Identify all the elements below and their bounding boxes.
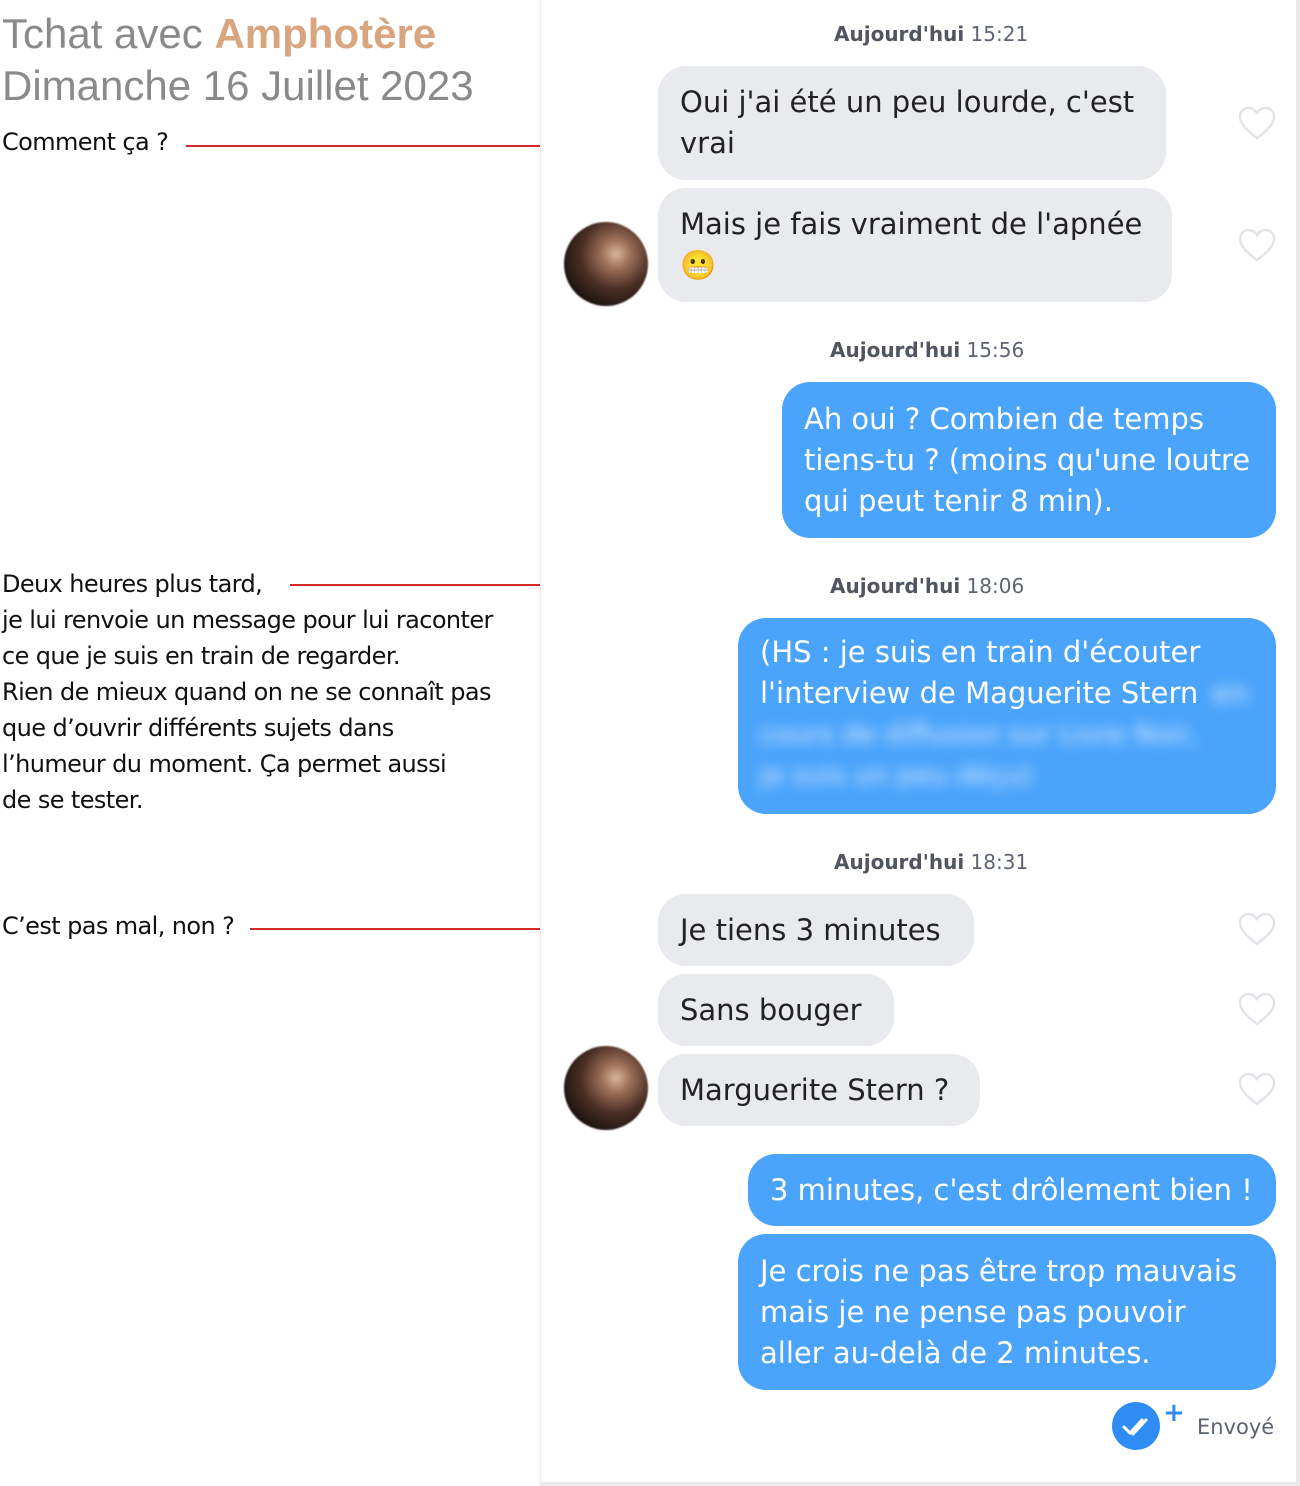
outgoing-message[interactable]: Je crois ne pas être trop mauvais mais j… [738,1234,1276,1390]
check-double-icon-glyph [1122,1418,1148,1436]
timestamp-time: 15:56 [966,338,1025,362]
timestamp: Aujourd'hui 18:06 [830,574,1024,598]
outgoing-message[interactable]: 3 minutes, c'est drôlement bien ! [748,1154,1276,1226]
timestamp-time: 18:06 [966,574,1025,598]
plus-icon[interactable]: + [1163,1398,1185,1428]
annotation-line: l’humeur du moment. Ça permet aussi [2,750,447,778]
chat-title-prefix: Tchat avec [2,10,215,57]
avatar[interactable] [564,222,648,306]
incoming-message[interactable]: Marguerite Stern ? [658,1054,980,1126]
timestamp: Aujourd'hui 15:56 [830,338,1024,362]
incoming-message[interactable]: Oui j'ai été un peu lourde, c'est vrai [658,66,1166,180]
incoming-message[interactable]: Sans bouger [658,974,894,1046]
heart-icon[interactable] [1237,104,1277,144]
timestamp-time: 15:21 [970,22,1029,46]
page-header: Tchat avec Amphotère Dimanche 16 Juillet… [2,8,474,112]
annotation-line: Rien de mieux quand on ne se connaît pas [2,678,491,706]
heart-icon[interactable] [1237,1070,1277,1110]
timestamp-time: 18:31 [970,850,1029,874]
timestamp: Aujourd'hui 18:31 [834,850,1028,874]
avatar[interactable] [564,1046,648,1130]
timestamp-day: Aujourd'hui [830,574,961,598]
annotation-line: que d’ouvrir différents sujets dans [2,714,394,742]
heart-icon[interactable] [1237,910,1277,950]
timestamp-day: Aujourd'hui [834,22,965,46]
annotation-line: ce que je suis en train de regarder. [2,642,401,670]
heart-icon[interactable] [1237,990,1277,1030]
blurred-text: je suis un peu déçu) [760,760,1033,791]
incoming-message[interactable]: Mais je fais vraiment de l'apnée 😬 [658,188,1172,302]
chat-date: Dimanche 16 Juillet 2023 [2,62,474,109]
annotation-line: je lui renvoie un message pour lui racon… [2,606,493,634]
message-text: (HS : je suis en train d'écouter l'inter… [760,635,1201,710]
timestamp: Aujourd'hui 15:21 [834,22,1028,46]
timestamp-day: Aujourd'hui [834,850,965,874]
chat-title: Tchat avec Amphotère [2,8,474,60]
annotation-comment: Comment ça ? [2,128,169,156]
annotation-not-bad: C’est pas mal, non ? [2,912,235,940]
timestamp-day: Aujourd'hui [830,338,961,362]
sent-status: Envoyé [1197,1415,1275,1439]
blurred-text-start: en [1212,676,1249,710]
incoming-message[interactable]: Je tiens 3 minutes [658,894,974,966]
annotation-line: de se tester. [2,786,143,814]
outgoing-message[interactable]: Ah oui ? Combien de temps tiens-tu ? (mo… [782,382,1276,538]
check-double-icon [1112,1402,1160,1450]
contact-name: Amphotère [214,10,437,57]
blurred-text: cours de diffusion sur Livre Noir, [760,719,1198,750]
annotation-two-hours-later: Deux heures plus tard, je lui renvoie un… [2,566,493,818]
outgoing-message[interactable]: (HS : je suis en train d'écouter l'inter… [738,618,1276,814]
heart-icon[interactable] [1237,226,1277,266]
